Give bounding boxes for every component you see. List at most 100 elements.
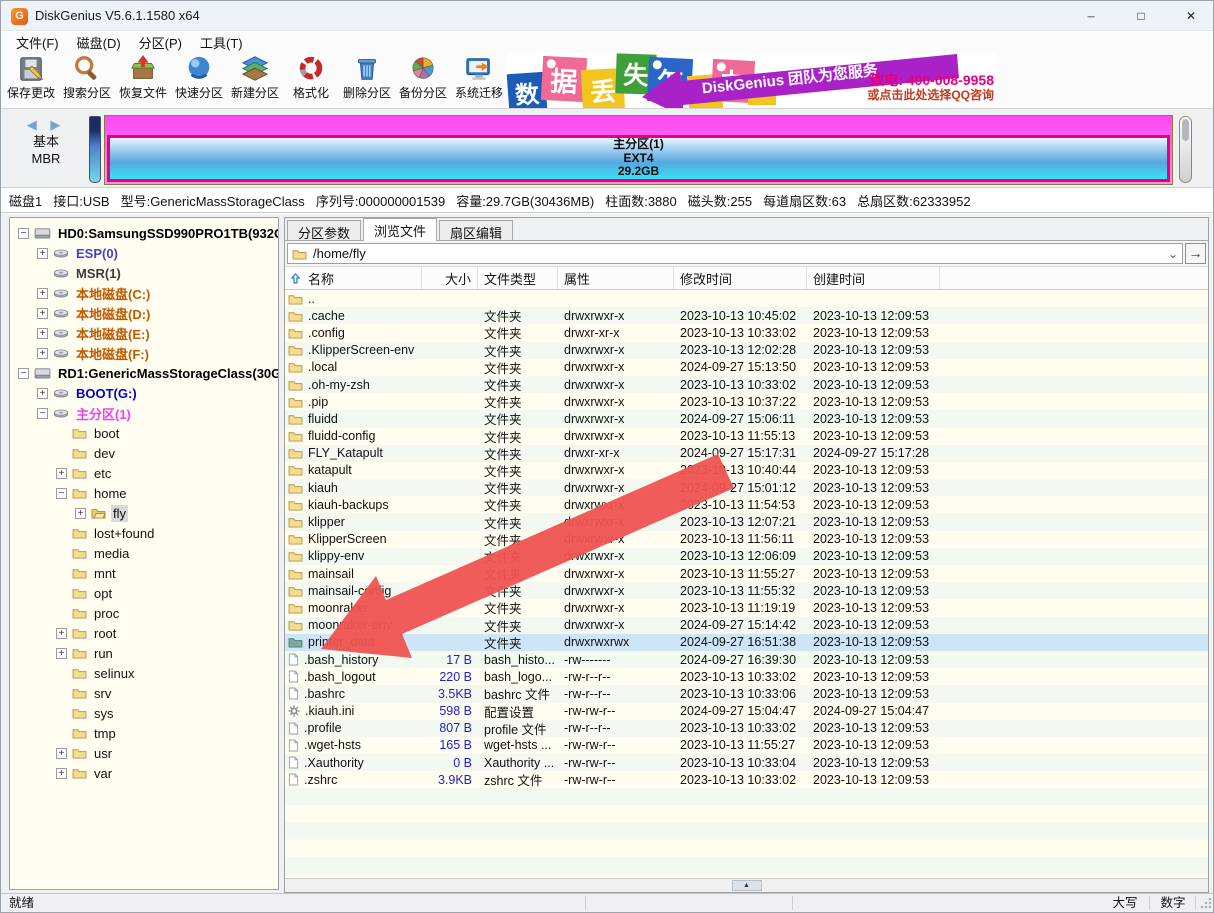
- column-header-2[interactable]: 文件类型: [478, 267, 558, 289]
- file-row-.zshrc[interactable]: .zshrc3.9KBzshrc 文件-rw-rw-r--2023-10-13 …: [285, 771, 1208, 788]
- minimize-button[interactable]: [1083, 8, 1099, 24]
- tree-item-rd1genericmassstorageclass30gb[interactable]: −RD1:GenericMassStorageClass(30GB): [10, 363, 278, 383]
- file-row-.config[interactable]: .config文件夹drwxr-xr-x2023-10-13 10:33:022…: [285, 324, 1208, 341]
- partition-block-primary[interactable]: 主分区(1) EXT4 29.2GB: [107, 135, 1170, 182]
- tree-item-c[interactable]: +本地磁盘(C:): [10, 283, 278, 303]
- tree-item-boot[interactable]: boot: [10, 423, 278, 443]
- tree-item-usr[interactable]: +usr: [10, 743, 278, 763]
- tree-item-sys[interactable]: sys: [10, 703, 278, 723]
- tree-item-var[interactable]: +var: [10, 763, 278, 783]
- file-row-.cache[interactable]: .cache文件夹drwxrwxr-x2023-10-13 10:45:0220…: [285, 307, 1208, 324]
- save-changes-button[interactable]: 保存更改: [3, 54, 59, 107]
- menu-item-tools[interactable]: 工具(T): [191, 31, 252, 54]
- expand-plus-icon[interactable]: +: [56, 628, 67, 639]
- file-row-.local[interactable]: .local文件夹drwxrwxr-x2024-09-27 15:13:5020…: [285, 359, 1208, 376]
- file-row-.pip[interactable]: .pip文件夹drwxrwxr-x2023-10-13 10:37:222023…: [285, 393, 1208, 410]
- tree-item-msr1[interactable]: MSR(1): [10, 263, 278, 283]
- tree-item-selinux[interactable]: selinux: [10, 663, 278, 683]
- file-row-.bash_logout[interactable]: .bash_logout220 Bbash_logo...-rw-r--r--2…: [285, 668, 1208, 685]
- file-row-fluidd-config[interactable]: fluidd-config文件夹drwxrwxr-x2023-10-13 11:…: [285, 428, 1208, 445]
- tree-item-run[interactable]: +run: [10, 643, 278, 663]
- file-row-.xauthority[interactable]: .Xauthority0 BXauthority ...-rw-rw-r--20…: [285, 754, 1208, 771]
- go-button[interactable]: [1185, 243, 1206, 264]
- column-header-3[interactable]: 属性: [558, 267, 674, 289]
- file-row-.bash_history[interactable]: .bash_history17 Bbash_histo...-rw-------…: [285, 651, 1208, 668]
- expand-plus-icon[interactable]: +: [56, 648, 67, 659]
- file-row-fly_katapult[interactable]: FLY_Katapult文件夹drwxr-xr-x2024-09-27 15:1…: [285, 445, 1208, 462]
- current-path[interactable]: /home/fly: [313, 246, 1168, 261]
- expand-plus-icon[interactable]: +: [37, 308, 48, 319]
- banner-qq-link[interactable]: 或点击此处选择QQ咨询: [867, 88, 994, 103]
- prev-disk-arrow-icon[interactable]: [27, 117, 42, 132]
- tree-item-lost+found[interactable]: lost+found: [10, 523, 278, 543]
- backup-partition-button[interactable]: 备份分区: [395, 54, 451, 107]
- disk-partition-bar[interactable]: 主分区(1) EXT4 29.2GB: [104, 115, 1173, 185]
- tree-item-proc[interactable]: proc: [10, 603, 278, 623]
- file-row-printer_data[interactable]: printer_data文件夹drwxrwxrwx2024-09-27 16:5…: [285, 634, 1208, 651]
- column-header-5[interactable]: 创建时间: [807, 267, 940, 289]
- tree-item-mnt[interactable]: mnt: [10, 563, 278, 583]
- close-button[interactable]: [1183, 8, 1199, 24]
- file-row-klippy-env[interactable]: klippy-env文件夹drwxrwxr-x2023-10-13 12:06:…: [285, 548, 1208, 565]
- tab-browse-files[interactable]: 浏览文件: [363, 218, 437, 241]
- expand-plus-icon[interactable]: +: [37, 348, 48, 359]
- tree-item-root[interactable]: +root: [10, 623, 278, 643]
- file-row-.kiauh.ini[interactable]: .kiauh.ini598 B配置设置-rw-rw-r--2024-09-27 …: [285, 703, 1208, 720]
- tree-item-etc[interactable]: +etc: [10, 463, 278, 483]
- file-row-klipperscreen[interactable]: KlipperScreen文件夹drwxrwxr-x2023-10-13 11:…: [285, 531, 1208, 548]
- file-row-fluidd[interactable]: fluidd文件夹drwxrwxr-x2024-09-27 15:06:1120…: [285, 410, 1208, 427]
- file-row-.bashrc[interactable]: .bashrc3.5KBbashrc 文件-rw-r--r--2023-10-1…: [285, 685, 1208, 702]
- tree-item-f[interactable]: +本地磁盘(F:): [10, 343, 278, 363]
- menu-item-file[interactable]: 文件(F): [7, 31, 68, 54]
- new-partition-button[interactable]: 新建分区: [227, 54, 283, 107]
- expand-plus-icon[interactable]: +: [56, 748, 67, 759]
- tab-partition-params[interactable]: 分区参数: [287, 220, 361, 240]
- menu-item-disk[interactable]: 磁盘(D): [68, 31, 130, 54]
- search-partition-button[interactable]: 搜索分区: [59, 54, 115, 107]
- tree-item-fly[interactable]: +fly: [10, 503, 278, 523]
- chevron-down-icon[interactable]: [1168, 245, 1178, 263]
- maximize-button[interactable]: [1133, 8, 1149, 24]
- file-row-moonraker-env[interactable]: moonraker-env文件夹drwxrwxr-x2024-09-27 15:…: [285, 617, 1208, 634]
- delete-partition-button[interactable]: 删除分区: [339, 54, 395, 107]
- tree-item-esp0[interactable]: +ESP(0): [10, 243, 278, 263]
- banner-contact[interactable]: 致电: 400-008-9958 或点击此处选择QQ咨询: [867, 73, 994, 103]
- file-row-mainsail-config[interactable]: mainsail-config文件夹drwxrwxr-x2023-10-13 1…: [285, 582, 1208, 599]
- expand-plus-icon[interactable]: +: [37, 288, 48, 299]
- collapse-minus-icon[interactable]: −: [37, 408, 48, 419]
- file-row-kiauh-backups[interactable]: kiauh-backups文件夹drwxrwxr-x2023-10-13 11:…: [285, 496, 1208, 513]
- file-row-moonraker[interactable]: moonraker文件夹drwxrwxr-x2023-10-13 11:19:1…: [285, 599, 1208, 616]
- recover-files-button[interactable]: 恢复文件: [115, 54, 171, 107]
- partition-bar-scrollbar[interactable]: [1179, 116, 1192, 183]
- file-row-.klipperscreen-env[interactable]: .KlipperScreen-env文件夹drwxrwxr-x2023-10-1…: [285, 342, 1208, 359]
- tree-item-hd0samsungssd990pro1tb932gb[interactable]: −HD0:SamsungSSD990PRO1TB(932GB): [10, 223, 278, 243]
- scrollbar-thumb[interactable]: [1182, 119, 1189, 141]
- tree-item-d[interactable]: +本地磁盘(D:): [10, 303, 278, 323]
- menu-item-partition[interactable]: 分区(P): [130, 31, 191, 54]
- tree-item-home[interactable]: −home: [10, 483, 278, 503]
- next-disk-arrow-icon[interactable]: [50, 117, 65, 132]
- file-row-mainsail[interactable]: mainsail文件夹drwxrwxr-x2023-10-13 11:55:27…: [285, 565, 1208, 582]
- tree-item-media[interactable]: media: [10, 543, 278, 563]
- format-button[interactable]: 格式化: [283, 54, 339, 107]
- expand-plus-icon[interactable]: +: [37, 388, 48, 399]
- column-header-4[interactable]: 修改时间: [674, 267, 807, 289]
- resize-grip[interactable]: [1199, 898, 1211, 910]
- expand-plus-icon[interactable]: +: [56, 468, 67, 479]
- collapse-panel-button[interactable]: [732, 880, 762, 891]
- path-combobox[interactable]: /home/fly: [287, 243, 1183, 264]
- promo-banner[interactable]: 数据丢失怎么办! DiskGenius 团队为您服务 致电: 400-008-9…: [506, 53, 996, 108]
- collapse-minus-icon[interactable]: −: [18, 228, 29, 239]
- tree-item-bootg[interactable]: +BOOT(G:): [10, 383, 278, 403]
- file-row-.profile[interactable]: .profile807 Bprofile 文件-rw-r--r--2023-10…: [285, 720, 1208, 737]
- expand-plus-icon[interactable]: +: [75, 508, 86, 519]
- tree-item-srv[interactable]: srv: [10, 683, 278, 703]
- system-migrate-button[interactable]: 系统迁移: [451, 54, 507, 107]
- tree-item-tmp[interactable]: tmp: [10, 723, 278, 743]
- file-row-.wget-hsts[interactable]: .wget-hsts165 Bwget-hsts ...-rw-rw-r--20…: [285, 737, 1208, 754]
- expand-plus-icon[interactable]: +: [56, 768, 67, 779]
- file-row-klipper[interactable]: klipper文件夹drwxrwxr-x2023-10-13 12:07:212…: [285, 513, 1208, 530]
- collapse-minus-icon[interactable]: −: [18, 368, 29, 379]
- file-row-katapult[interactable]: katapult文件夹drwxrwxr-x2023-10-13 10:40:44…: [285, 462, 1208, 479]
- tab-sector-edit[interactable]: 扇区编辑: [439, 220, 513, 240]
